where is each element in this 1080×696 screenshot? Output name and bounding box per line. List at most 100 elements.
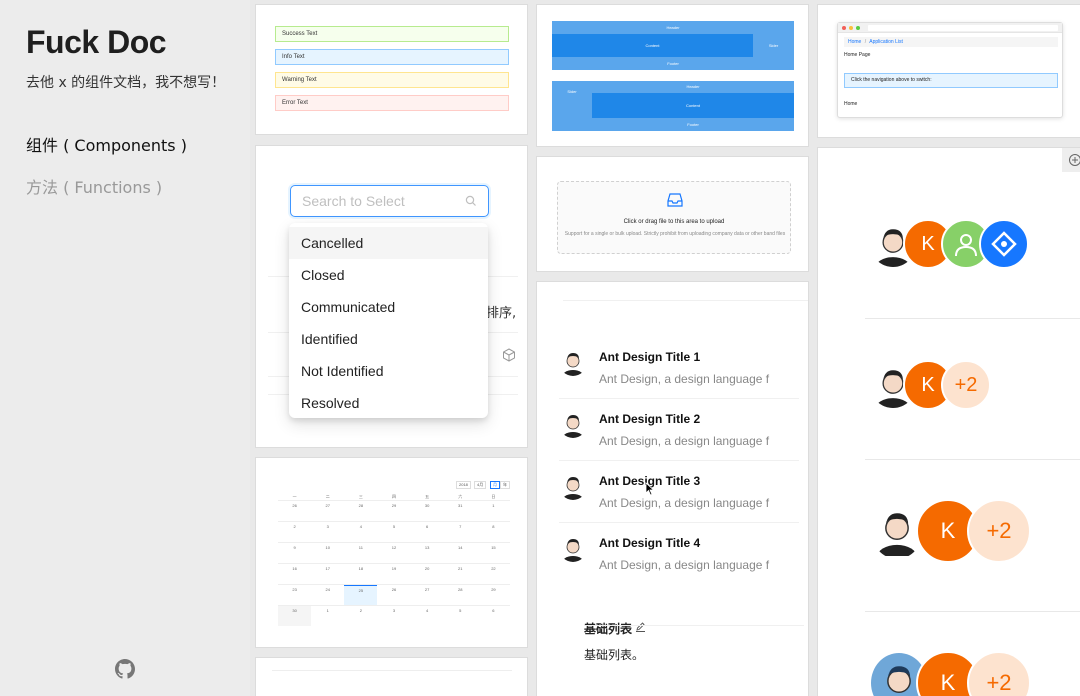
calendar-day[interactable]: 1 xyxy=(311,606,344,626)
weekday: 四 xyxy=(391,494,396,499)
breadcrumb-demo-card[interactable]: Home / Application List Home Page Click … xyxy=(817,4,1080,138)
calendar-day[interactable]: 30 xyxy=(278,606,312,626)
calendar-day[interactable]: 4 xyxy=(344,522,377,542)
calendar-day[interactable]: 5 xyxy=(444,606,477,626)
upload-dragger[interactable]: Click or drag file to this area to uploa… xyxy=(557,181,791,254)
weekday: 五 xyxy=(425,494,430,499)
calendar-day[interactable]: 2 xyxy=(278,522,311,542)
calendar-day[interactable]: 26 xyxy=(377,585,410,605)
list-item-title[interactable]: Ant Design Title 2 xyxy=(599,412,700,426)
calendar-day[interactable]: 12 xyxy=(377,543,410,563)
alert-info: Info Text xyxy=(275,49,509,65)
calendar-day[interactable]: 28 xyxy=(444,585,477,605)
upload-demo-card[interactable]: Click or drag file to this area to uploa… xyxy=(536,156,809,272)
calendar-day[interactable]: 29 xyxy=(477,585,510,605)
brand-title[interactable]: Fuck Doc xyxy=(26,24,167,61)
calendar-day[interactable]: 18 xyxy=(344,564,377,584)
calendar-grid: 一 二 三 四 五 六 日 26 27 28 29 30 31 1 2 3 4 … xyxy=(278,492,510,626)
calendar-day[interactable]: 21 xyxy=(444,564,477,584)
calendar-day[interactable]: 29 xyxy=(377,501,410,521)
calendar-day[interactable]: 3 xyxy=(311,522,344,542)
upload-title: Click or drag file to this area to uploa… xyxy=(623,219,725,225)
calendar-day[interactable]: 27 xyxy=(411,585,444,605)
breadcrumb-home-link[interactable]: Home xyxy=(848,39,861,45)
calendar-mode-month[interactable]: 月 xyxy=(490,481,500,489)
calendar-week-row: 23 24 25 26 27 28 29 xyxy=(278,584,510,605)
calendar-day-selected[interactable]: 25 xyxy=(344,585,378,605)
list-item[interactable]: Ant Design Title 3 Ant Design, a design … xyxy=(559,472,799,534)
calendar-day[interactable]: 28 xyxy=(344,501,377,521)
cube-icon[interactable] xyxy=(502,348,516,362)
divider xyxy=(865,459,1080,460)
calendar-day[interactable]: 3 xyxy=(377,606,410,626)
avatar-more-count[interactable]: +2 xyxy=(967,651,1031,696)
avatar-group-demo-card[interactable]: K K +2 K +2 K +2 xyxy=(817,147,1080,696)
select-option[interactable]: Resolved xyxy=(289,387,488,419)
calendar-day[interactable]: 6 xyxy=(411,522,444,542)
calendar-day[interactable]: 31 xyxy=(444,501,477,521)
nav-item-components[interactable]: 组件 ( Components ) xyxy=(26,132,187,156)
layout-header: Header xyxy=(592,81,794,93)
github-icon[interactable] xyxy=(115,659,135,679)
calendar-day[interactable]: 23 xyxy=(278,585,311,605)
list-item[interactable]: Ant Design Title 2 Ant Design, a design … xyxy=(559,410,799,472)
zoom-in-button[interactable] xyxy=(1062,148,1080,172)
calendar-mode-year[interactable]: 年 xyxy=(500,481,510,489)
calendar-day[interactable]: 22 xyxy=(477,564,510,584)
list-demo-card[interactable]: Ant Design Title 1 Ant Design, a design … xyxy=(536,281,809,696)
calendar-month-select[interactable]: 4月 xyxy=(474,481,487,489)
calendar-day[interactable]: 15 xyxy=(477,543,510,563)
calendar-day[interactable]: 16 xyxy=(278,564,311,584)
list-item[interactable]: Ant Design Title 4 Ant Design, a design … xyxy=(559,534,799,596)
calendar-day[interactable]: 7 xyxy=(444,522,477,542)
select-option[interactable]: Not Identified xyxy=(289,355,488,387)
calendar-day[interactable]: 9 xyxy=(278,543,311,563)
nav-item-functions[interactable]: 方法 ( Functions ) xyxy=(26,174,162,198)
list-item[interactable]: Ant Design Title 1 Ant Design, a design … xyxy=(559,348,799,410)
calendar-day[interactable]: 5 xyxy=(377,522,410,542)
select-option[interactable]: Closed xyxy=(289,259,488,291)
calendar-day[interactable]: 17 xyxy=(311,564,344,584)
layout-header: Header xyxy=(552,21,794,34)
calendar-week-row: 26 27 28 29 30 31 1 xyxy=(278,500,510,521)
calendar-day[interactable]: 26 xyxy=(278,501,311,521)
calendar-day[interactable]: 4 xyxy=(411,606,444,626)
breadcrumb-app-link[interactable]: Application List xyxy=(869,39,903,45)
calendar-day[interactable]: 8 xyxy=(477,522,510,542)
avatar xyxy=(559,534,587,562)
calendar-day[interactable]: 6 xyxy=(477,606,510,626)
select-option[interactable]: Communicated xyxy=(289,291,488,323)
select-option[interactable]: Identified xyxy=(289,323,488,355)
calendar-year-select[interactable]: 2018 xyxy=(456,481,471,489)
calendar-day[interactable]: 19 xyxy=(377,564,410,584)
calendar-day[interactable]: 11 xyxy=(344,543,377,563)
calendar-week-row: 30 1 2 3 4 5 6 xyxy=(278,605,510,626)
avatar-more-count[interactable]: +2 xyxy=(941,360,991,410)
divider xyxy=(559,460,799,461)
close-dot-icon xyxy=(842,26,846,30)
calendar-day[interactable]: 14 xyxy=(444,543,477,563)
layout-sider: Sider xyxy=(753,34,794,57)
demo-card-partial[interactable] xyxy=(255,657,528,696)
list-item-title[interactable]: Ant Design Title 1 xyxy=(599,350,700,364)
layout-sider: Sider xyxy=(552,81,592,131)
breadcrumb-separator: / xyxy=(864,39,867,45)
alert-demo-card[interactable]: Success Text Info Text Warning Text Erro… xyxy=(255,4,528,135)
avatar-more-count[interactable]: +2 xyxy=(967,499,1031,563)
calendar-demo-card[interactable]: 2018 4月 月 年 一 二 三 四 五 六 日 26 27 28 29 30… xyxy=(255,457,528,648)
list-item-title[interactable]: Ant Design Title 4 xyxy=(599,536,700,550)
search-select-input[interactable]: Search to Select xyxy=(290,185,489,217)
calendar-day[interactable]: 20 xyxy=(411,564,444,584)
calendar-day[interactable]: 27 xyxy=(311,501,344,521)
calendar-day[interactable]: 24 xyxy=(311,585,344,605)
calendar-day[interactable]: 10 xyxy=(311,543,344,563)
layout-demo-card[interactable]: Header Content Sider Footer Sider Header… xyxy=(536,4,809,147)
divider xyxy=(559,522,799,523)
calendar-day[interactable]: 30 xyxy=(411,501,444,521)
calendar-day[interactable]: 13 xyxy=(411,543,444,563)
calendar-day[interactable]: 2 xyxy=(344,606,377,626)
edit-icon[interactable] xyxy=(635,621,646,632)
list-item-description: Ant Design, a design language f xyxy=(599,434,770,448)
calendar-day[interactable]: 1 xyxy=(477,501,510,521)
select-option[interactable]: Cancelled xyxy=(289,227,488,259)
